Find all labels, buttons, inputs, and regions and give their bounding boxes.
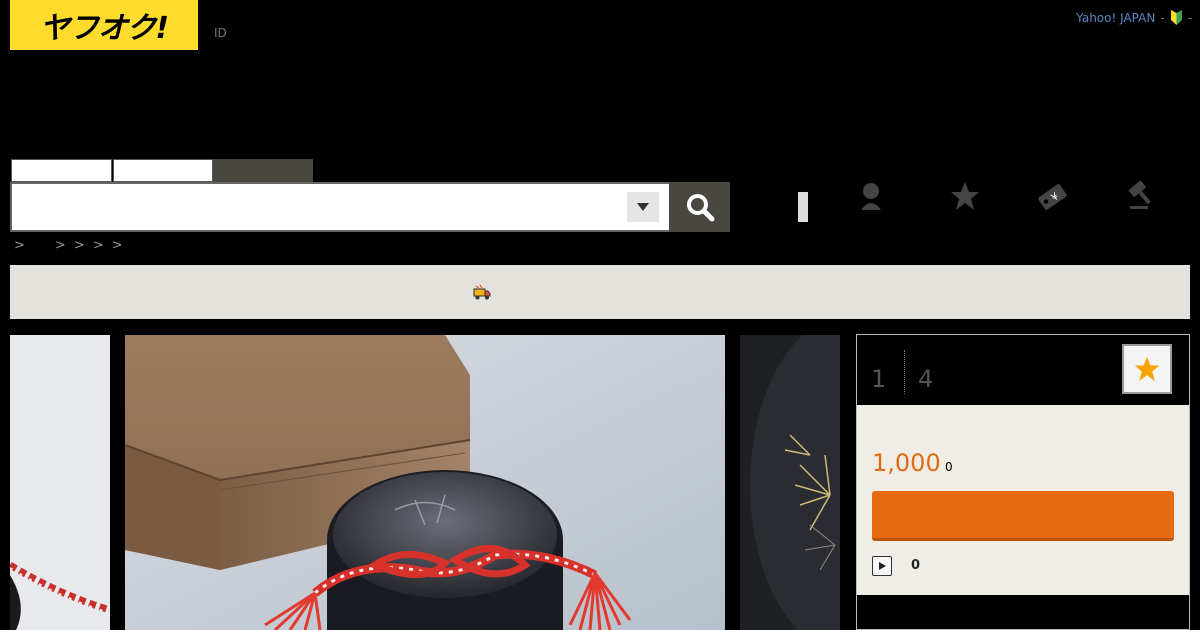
yahuoku-logo[interactable]: ヤフオク! — [10, 0, 198, 50]
star-icon — [1134, 356, 1160, 382]
current-price: 1,000 — [872, 449, 941, 477]
watch-button[interactable] — [1122, 344, 1172, 394]
search-icon — [686, 194, 714, 222]
search-button[interactable] — [669, 182, 730, 232]
item-photo-main[interactable] — [125, 335, 725, 630]
search-tab-3[interactable] — [213, 159, 313, 182]
search-tab-1[interactable] — [11, 159, 112, 182]
panel-header: 1 4 — [857, 335, 1189, 405]
top-right-links: Yahoo! JAPAN - - — [1076, 10, 1192, 25]
breadcrumb-item[interactable] — [33, 238, 47, 253]
play-button[interactable] — [872, 556, 892, 576]
user-icon — [861, 183, 881, 210]
item-photo-left[interactable] — [10, 335, 110, 630]
caret-down-icon — [637, 203, 649, 211]
bid-count: 1 — [871, 365, 887, 393]
auction-gavel-icon — [1128, 181, 1151, 209]
bid-button[interactable] — [872, 491, 1174, 541]
breadcrumb-separator: > — [92, 238, 104, 253]
price-suffix: 0 — [945, 460, 953, 474]
header-scroll-marker — [798, 192, 808, 222]
watch-list-button[interactable] — [947, 180, 983, 212]
breadcrumb-separator: > — [14, 238, 25, 253]
breadcrumb-separator: > — [111, 238, 123, 253]
play-icon — [879, 562, 886, 570]
separator: - — [1187, 10, 1192, 25]
search-box — [10, 182, 669, 232]
my-auction-button[interactable] — [853, 180, 889, 212]
yahoo-japan-link[interactable]: Yahoo! JAPAN — [1076, 11, 1155, 25]
login-id-label[interactable]: ID — [214, 26, 227, 40]
logo-text: ヤフオク! — [39, 11, 169, 46]
beginner-leaf-icon[interactable] — [1170, 10, 1183, 25]
coupon-tag-icon: ¥ — [1038, 184, 1067, 210]
breadcrumb-separator: > — [54, 238, 66, 253]
sell-button[interactable] — [1124, 180, 1160, 212]
star-icon — [951, 182, 979, 210]
item-photo-right[interactable] — [740, 335, 840, 630]
category-dropdown[interactable] — [627, 192, 659, 222]
shipping-truck-icon — [473, 284, 491, 300]
auction-info-panel: 1 4 1,000 0 0 — [856, 334, 1190, 630]
stat-divider — [904, 350, 905, 394]
separator: - — [1160, 10, 1165, 25]
search-input[interactable] — [16, 188, 620, 228]
play-count: 0 — [911, 558, 921, 573]
coupon-button[interactable]: ¥ — [1035, 180, 1071, 212]
price-section: 1,000 0 0 — [857, 405, 1189, 595]
page: ヤフオク! ID Yahoo! JAPAN - - ¥ > > > > > 1 … — [0, 0, 1200, 630]
search-tab-2[interactable] — [113, 159, 213, 182]
notice-bar[interactable] — [10, 265, 1190, 319]
time-left: 4 — [918, 365, 934, 393]
breadcrumb: > > > > > — [14, 238, 123, 253]
breadcrumb-separator: > — [73, 238, 85, 253]
